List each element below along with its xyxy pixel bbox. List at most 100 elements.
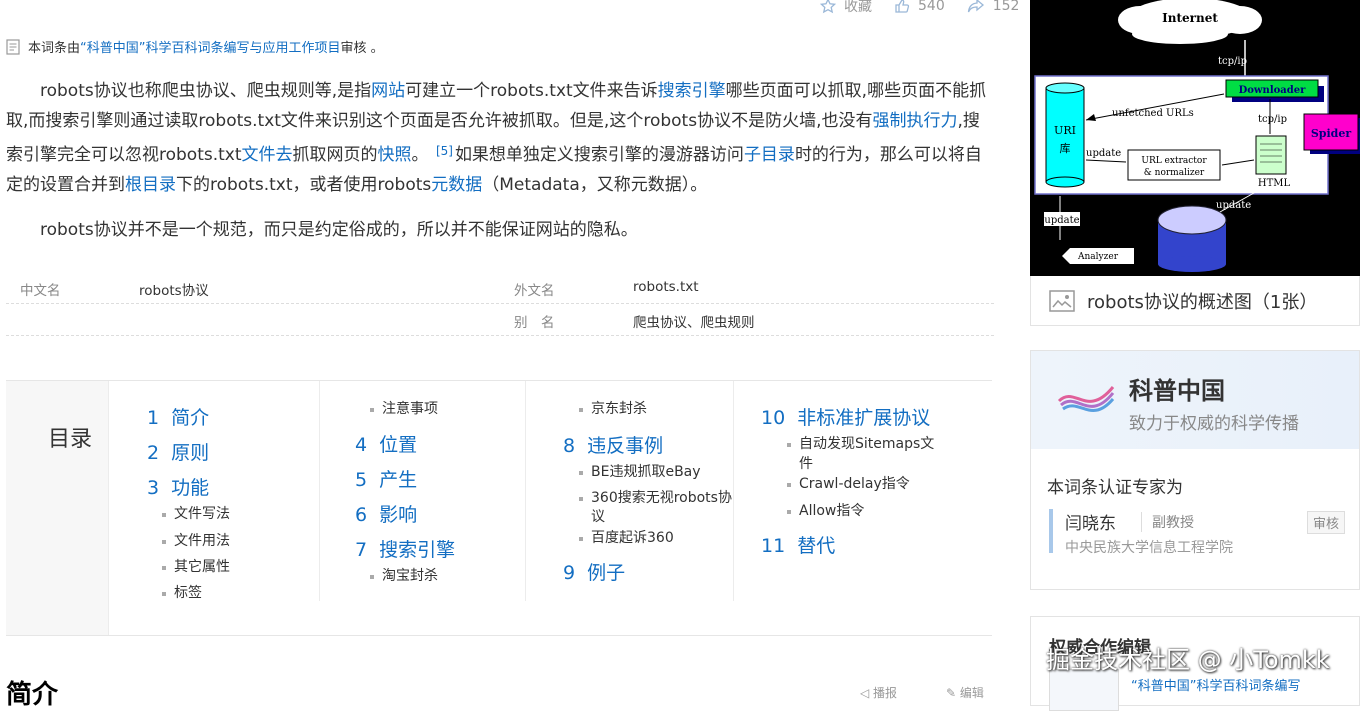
info-key: 别 名 bbox=[514, 315, 555, 331]
catalog-subitem[interactable]: Crawl-delay指令 bbox=[787, 474, 910, 494]
kepu-slogan: 致力于权威的科学传播 bbox=[1129, 414, 1299, 434]
item-number: 8 bbox=[563, 435, 576, 457]
item-label: 简介 bbox=[171, 407, 210, 429]
share-count: 152 bbox=[992, 0, 1020, 14]
review-notice: 本词条由 “科普中国”科学百科词条编写与应用工作项目 审核 。 bbox=[6, 37, 384, 56]
downloader-label: Downloader bbox=[1239, 85, 1307, 96]
like-button[interactable]: 540 bbox=[894, 0, 945, 14]
catalog-subitem[interactable]: 其它属性 bbox=[162, 557, 230, 577]
extractor-label: URL extractor bbox=[1141, 156, 1207, 166]
link-subdirectory[interactable]: 子目录 bbox=[744, 145, 795, 165]
item-label: 位置 bbox=[379, 434, 418, 456]
review-project-link[interactable]: “科普中国”科学百科词条编写与应用工作项目 bbox=[80, 37, 340, 56]
link-enforcement[interactable]: 强制执行力 bbox=[872, 111, 957, 131]
catalog-subitem[interactable]: 淘宝封杀 bbox=[370, 566, 438, 586]
play-button[interactable]: ◁ 播报 bbox=[860, 684, 897, 701]
info-value: robots协议 bbox=[139, 283, 209, 299]
catalog-column-3: 京东封杀 8 违反事例 BE违规抓取eBay 360搜索无视robots协 议 百… bbox=[525, 381, 734, 601]
item-label: 影响 bbox=[379, 504, 418, 526]
catalog-subitem[interactable]: 360搜索无视robots协 bbox=[579, 488, 732, 508]
kepu-china-card: 科普中国 致力于权威的科学传播 本词条认证专家为 闫晓东 副教授 审核 中央民族… bbox=[1030, 350, 1360, 590]
unfetched-label: unfetched URLs bbox=[1112, 108, 1194, 119]
catalog-item-alternative[interactable]: 11 替代 bbox=[761, 531, 835, 558]
catalog-item-intro[interactable]: 1 简介 bbox=[147, 403, 209, 430]
authority-partner-link[interactable]: “科普中国”科学百科词条编写 bbox=[1131, 675, 1300, 694]
partner-logo[interactable] bbox=[1049, 669, 1119, 711]
item-label: 违反事例 bbox=[587, 435, 664, 457]
link-website[interactable]: 网站 bbox=[371, 81, 405, 101]
kepu-logo-icon[interactable] bbox=[1057, 379, 1117, 425]
catalog-subitem-continuation[interactable]: 件 bbox=[799, 454, 813, 474]
catalog-subitem[interactable]: Allow指令 bbox=[786, 501, 864, 521]
star-icon bbox=[820, 0, 836, 14]
link-root-directory[interactable]: 根目录 bbox=[125, 175, 176, 195]
share-icon bbox=[967, 0, 984, 13]
catalog-item-principle[interactable]: 2 原则 bbox=[147, 438, 209, 465]
catalog-item-nonstandard[interactable]: 10 非标准扩展协议 bbox=[761, 403, 930, 430]
expert-name[interactable]: 闫晓东 bbox=[1065, 509, 1116, 534]
album-caption: robots协议的概述图（1张） bbox=[1087, 291, 1318, 313]
internet-cloud: Internet bbox=[1118, 0, 1262, 44]
item-number: 11 bbox=[761, 535, 786, 557]
catalog-item-example[interactable]: 9 例子 bbox=[563, 558, 625, 585]
section-heading: 简介 bbox=[6, 680, 59, 710]
internet-label: Internet bbox=[1162, 11, 1218, 25]
catalog-item-impact[interactable]: 6 影响 bbox=[355, 500, 417, 527]
catalog-item-location[interactable]: 4 位置 bbox=[355, 430, 417, 457]
edit-label: 编辑 bbox=[959, 686, 984, 700]
edit-button[interactable]: ✎ 编辑 bbox=[946, 684, 984, 701]
overview-diagram-image[interactable]: Internet tcp/ip URI 库 Downloader Spider … bbox=[1030, 0, 1360, 276]
accent-bar bbox=[1049, 509, 1053, 553]
catalog-subitem[interactable]: 文件用法 bbox=[162, 531, 230, 551]
catalog-subitem-continuation[interactable]: 议 bbox=[591, 507, 605, 527]
catalog-item-violations[interactable]: 8 违反事例 bbox=[563, 431, 663, 458]
item-label: 原则 bbox=[171, 442, 210, 464]
catalog-subitem[interactable]: 京东封杀 bbox=[579, 399, 647, 419]
catalog-subitem[interactable]: BE违规抓取eBay bbox=[579, 462, 701, 482]
item-number: 4 bbox=[355, 434, 368, 456]
info-value: 爬虫协议、爬虫规则 bbox=[633, 315, 755, 331]
catalog-subitem[interactable]: 标签 bbox=[162, 583, 202, 603]
item-label: 例子 bbox=[587, 562, 626, 584]
catalog-subitem[interactable]: 自动发现Sitemaps文 bbox=[786, 434, 934, 454]
text-run: 。 bbox=[411, 145, 434, 165]
catalog-item-search-engine[interactable]: 7 搜索引擎 bbox=[355, 535, 455, 562]
item-label: 产生 bbox=[379, 469, 418, 491]
catalog-item-origin[interactable]: 5 产生 bbox=[355, 465, 417, 492]
catalog-subitem[interactable]: 注意事项 bbox=[370, 399, 438, 419]
text-run: 可建立一个robots.txt文件来告诉 bbox=[405, 81, 658, 101]
thumb-up-icon bbox=[895, 0, 910, 13]
collect-button[interactable]: 收藏 bbox=[820, 0, 872, 16]
kepu-brand-name[interactable]: 科普中国 bbox=[1129, 371, 1225, 406]
link-snapshot[interactable]: 快照 bbox=[378, 145, 412, 165]
album-caption-bar[interactable]: robots协议的概述图（1张） bbox=[1030, 276, 1360, 326]
share-button[interactable]: 152 bbox=[967, 0, 1020, 14]
play-label: 播报 bbox=[873, 686, 898, 700]
html-label: HTML bbox=[1258, 178, 1291, 189]
uri-label-zh: 库 bbox=[1060, 142, 1071, 155]
catalog-item-function[interactable]: 3 功能 bbox=[147, 473, 209, 500]
table-of-contents: 目录 1 简介 2 原则 3 功能 文件写法 文件用法 其它属性 标签 注意事项 4位… bbox=[6, 380, 992, 636]
catalog-title: 目录 bbox=[48, 427, 93, 452]
update-label: update bbox=[1086, 148, 1121, 159]
basic-info-row: 别 名 爬虫协议、爬虫规则 bbox=[6, 303, 994, 336]
catalog-subitem[interactable]: 文件写法 bbox=[162, 504, 230, 524]
link-file[interactable]: 文件去 bbox=[242, 145, 293, 165]
crawler-architecture-diagram: Internet tcp/ip URI 库 Downloader Spider … bbox=[1034, 0, 1360, 272]
link-search-engine[interactable]: 搜索引擎 bbox=[658, 81, 726, 101]
expert-cert-label: 本词条认证专家为 bbox=[1047, 478, 1183, 498]
text-run: 抓取网页的 bbox=[292, 145, 378, 165]
database-icon bbox=[1157, 205, 1227, 272]
catalog-subitem[interactable]: 百度起诉360 bbox=[579, 528, 674, 548]
item-number: 2 bbox=[147, 442, 160, 464]
catalog-column-4: 10 非标准扩展协议 自动发现Sitemaps文 件 Crawl-delay指令 … bbox=[733, 381, 992, 601]
info-key: 外文名 bbox=[514, 283, 555, 299]
item-number: 10 bbox=[761, 407, 786, 429]
speaker-icon: ◁ bbox=[860, 686, 874, 700]
expert-organization: 中央民族大学信息工程学院 bbox=[1065, 540, 1233, 556]
item-number: 7 bbox=[355, 539, 368, 561]
reference-link[interactable]: [5] bbox=[436, 144, 453, 158]
item-number: 3 bbox=[147, 477, 160, 499]
review-badge: 审核 bbox=[1307, 511, 1346, 534]
link-metadata[interactable]: 元数据 bbox=[431, 175, 482, 195]
